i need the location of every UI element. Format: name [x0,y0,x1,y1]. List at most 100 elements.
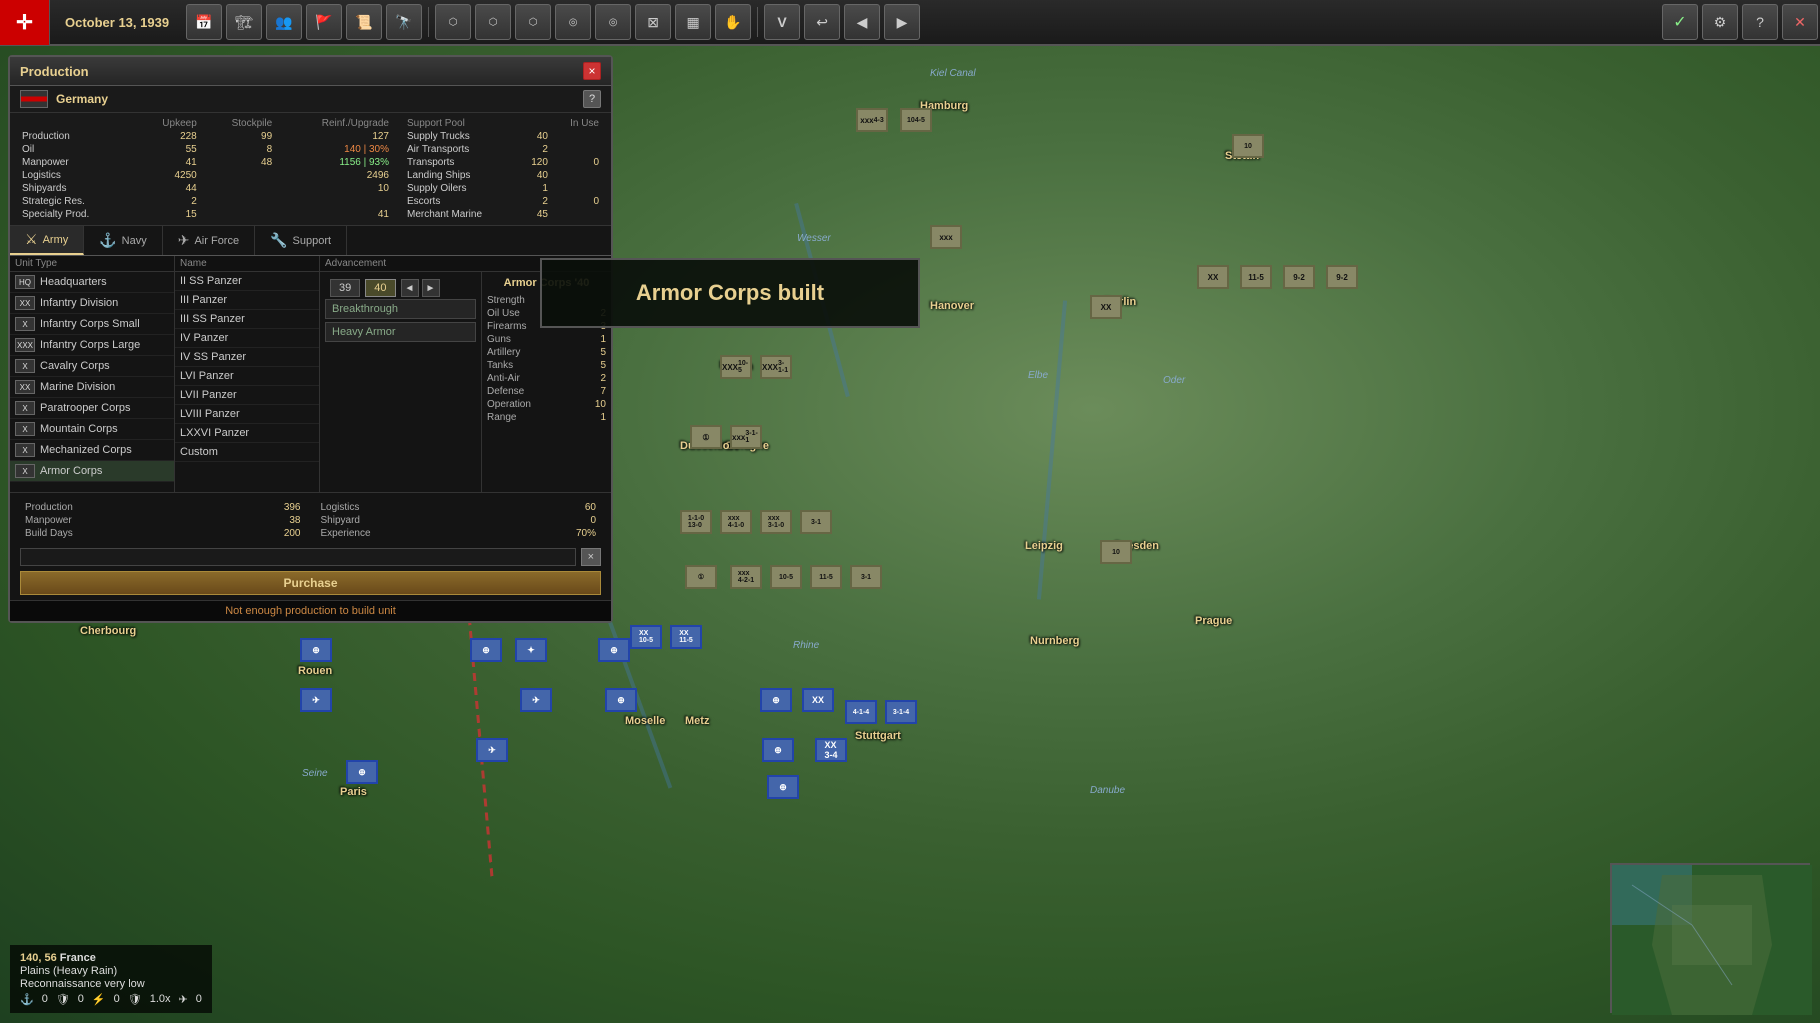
toolbar-btn-build[interactable]: 🏗 [226,4,262,40]
map-unit-allied-5[interactable]: ⊕ [300,638,332,662]
map-unit-13[interactable]: xxx3-1-1 [730,425,762,449]
map-unit-allied-9[interactable]: ✈ [300,688,332,712]
toolbar-btn-grid[interactable]: ▦ [675,4,711,40]
toolbar-btn-help[interactable]: ? [1742,4,1778,40]
unit-type-mountain[interactable]: X Mountain Corps [10,419,174,440]
adv-nav-next[interactable]: ► [422,279,440,297]
toolbar-btn-close[interactable]: ✕ [1782,4,1818,40]
unit-type-marine-division[interactable]: XX Marine Division [10,377,174,398]
adv-year-40[interactable]: 40 [365,279,395,297]
map-unit-allied-15[interactable]: ⊕ [762,738,794,762]
unit-type-infantry-corps-large[interactable]: XXX Infantry Corps Large [10,335,174,356]
toolbar-btn-back[interactable]: ◀ [844,4,880,40]
prod-help-button[interactable]: ? [583,90,601,108]
custom-clear-button[interactable]: × [581,548,601,566]
unit-type-paratrooper[interactable]: X Paratrooper Corps [10,398,174,419]
map-unit-10[interactable]: XXX10-5 [720,355,752,379]
map-unit-allied-6[interactable]: ⊕ [470,638,502,662]
map-unit-15[interactable]: xxx4-1-0 [720,510,752,534]
unit-type-infantry-corps-small[interactable]: X Infantry Corps Small [10,314,174,335]
map-unit-21[interactable]: 11-5 [810,565,842,589]
map-unit-23[interactable]: 10 [1100,540,1132,564]
map-unit-allied-14[interactable]: XX [802,688,834,712]
unit-name-iii-ss[interactable]: III SS Panzer [175,310,319,329]
unit-type-cavalry-corps[interactable]: X Cavalry Corps [10,356,174,377]
map-unit-allied-7[interactable]: ✦ [515,638,547,662]
map-unit-22[interactable]: 3-1 [850,565,882,589]
toolbar-btn-hex4[interactable]: ◎ [555,4,591,40]
map-unit-allied-16[interactable]: ✈ [476,738,508,762]
toolbar-btn-flag[interactable]: 🚩 [306,4,342,40]
unit-name-iv-ss[interactable]: IV SS Panzer [175,348,319,367]
toolbar-btn-diplomacy[interactable]: 📜 [346,4,382,40]
custom-name-input[interactable] [20,548,576,566]
map-unit-4[interactable]: XX [1197,265,1229,289]
map-unit-5[interactable]: 11-5 [1240,265,1272,289]
toolbar-btn-gear[interactable]: ⚙ [1702,4,1738,40]
minimap[interactable] [1610,863,1810,1013]
toolbar-btn-hex2[interactable]: ⬡ [475,4,511,40]
unit-name-custom[interactable]: Custom [175,443,319,462]
map-unit-8[interactable]: xxx [930,225,962,249]
toolbar-btn-v[interactable]: V [764,4,800,40]
map-unit-17[interactable]: 3-1 [800,510,832,534]
map-unit-3[interactable]: 10 [1232,134,1264,158]
unit-type-mechanized[interactable]: X Mechanized Corps [10,440,174,461]
map-unit-allied-17[interactable]: ⊕ [767,775,799,799]
toolbar-btn-spy[interactable]: 🔭 [386,4,422,40]
map-unit-allied-13[interactable]: ⊕ [760,688,792,712]
map-unit-18[interactable]: ① [685,565,717,589]
map-unit-allied-8[interactable]: ⊕ [598,638,630,662]
unit-type-headquarters[interactable]: HQ Headquarters [10,272,174,293]
adv-special-heavy-armor[interactable]: Heavy Armor [325,322,476,342]
map-unit-19[interactable]: xxx4-2-1 [730,565,762,589]
toolbar-btn-forward[interactable]: ▶ [884,4,920,40]
toolbar-btn-hex5[interactable]: ◎ [595,4,631,40]
map-unit-allied-1[interactable]: XX10-5 [630,625,662,649]
unit-name-lxxvi[interactable]: LXXVI Panzer [175,424,319,443]
map-unit-allied-18[interactable]: XX3-4 [815,738,847,762]
map-unit-16[interactable]: xxx3-1-0 [760,510,792,534]
map-unit-allied-11[interactable]: ✈ [520,688,552,712]
toolbar-btn-hex3[interactable]: ⬡ [515,4,551,40]
prod-close-button[interactable]: × [583,62,601,80]
map-unit-12[interactable]: ① [690,425,722,449]
col-header-upkeep: Upkeep [135,117,201,130]
unit-name-lvi[interactable]: LVI Panzer [175,367,319,386]
toolbar-btn-calendar[interactable]: 📅 [186,4,222,40]
unit-name-iii[interactable]: III Panzer [175,291,319,310]
toolbar-btn-hand[interactable]: ✋ [715,4,751,40]
map-unit-11[interactable]: XXX3-1-1 [760,355,792,379]
unit-name-lvii[interactable]: LVII Panzer [175,386,319,405]
tab-army[interactable]: ⚔ Army [10,226,84,255]
unit-name-lviii[interactable]: LVIII Panzer [175,405,319,424]
toolbar-btn-undo[interactable]: ↩ [804,4,840,40]
toolbar-btn-checkmark[interactable]: ✓ [1662,4,1698,40]
map-unit-7[interactable]: 9-2 [1326,265,1358,289]
toolbar-btn-transport[interactable]: ⊠ [635,4,671,40]
map-unit-allied-3[interactable]: 4-1-4 [845,700,877,724]
unit-name-ii-ss[interactable]: II SS Panzer [175,272,319,291]
unit-type-infantry-division[interactable]: XX Infantry Division [10,293,174,314]
adv-year-39[interactable]: 39 [330,279,360,297]
toolbar-btn-troops[interactable]: 👥 [266,4,302,40]
unit-name-iv[interactable]: IV Panzer [175,329,319,348]
map-unit-allied-12[interactable]: ⊕ [605,688,637,712]
map-unit-14[interactable]: 1-1-013-0 [680,510,712,534]
map-unit-1[interactable]: xxx4-3 [856,108,888,132]
tab-airforce[interactable]: ✈ Air Force [163,226,255,255]
toolbar-btn-hex1[interactable]: ⬡ [435,4,471,40]
map-unit-9[interactable]: XX [1090,295,1122,319]
map-unit-6[interactable]: 9-2 [1283,265,1315,289]
adv-special-breakthrough[interactable]: Breakthrough [325,299,476,319]
unit-type-armor[interactable]: X Armor Corps [10,461,174,482]
purchase-button[interactable]: Purchase [20,571,601,595]
map-unit-2[interactable]: 104-5 [900,108,932,132]
tab-navy[interactable]: ⚓ Navy [84,226,163,255]
map-unit-allied-10[interactable]: ⊕ [346,760,378,784]
map-unit-allied-2[interactable]: XX11-5 [670,625,702,649]
tab-support[interactable]: 🔧 Support [255,226,347,255]
map-unit-allied-4[interactable]: 3-1-4 [885,700,917,724]
map-unit-20[interactable]: 10-5 [770,565,802,589]
adv-nav-prev[interactable]: ◄ [401,279,419,297]
